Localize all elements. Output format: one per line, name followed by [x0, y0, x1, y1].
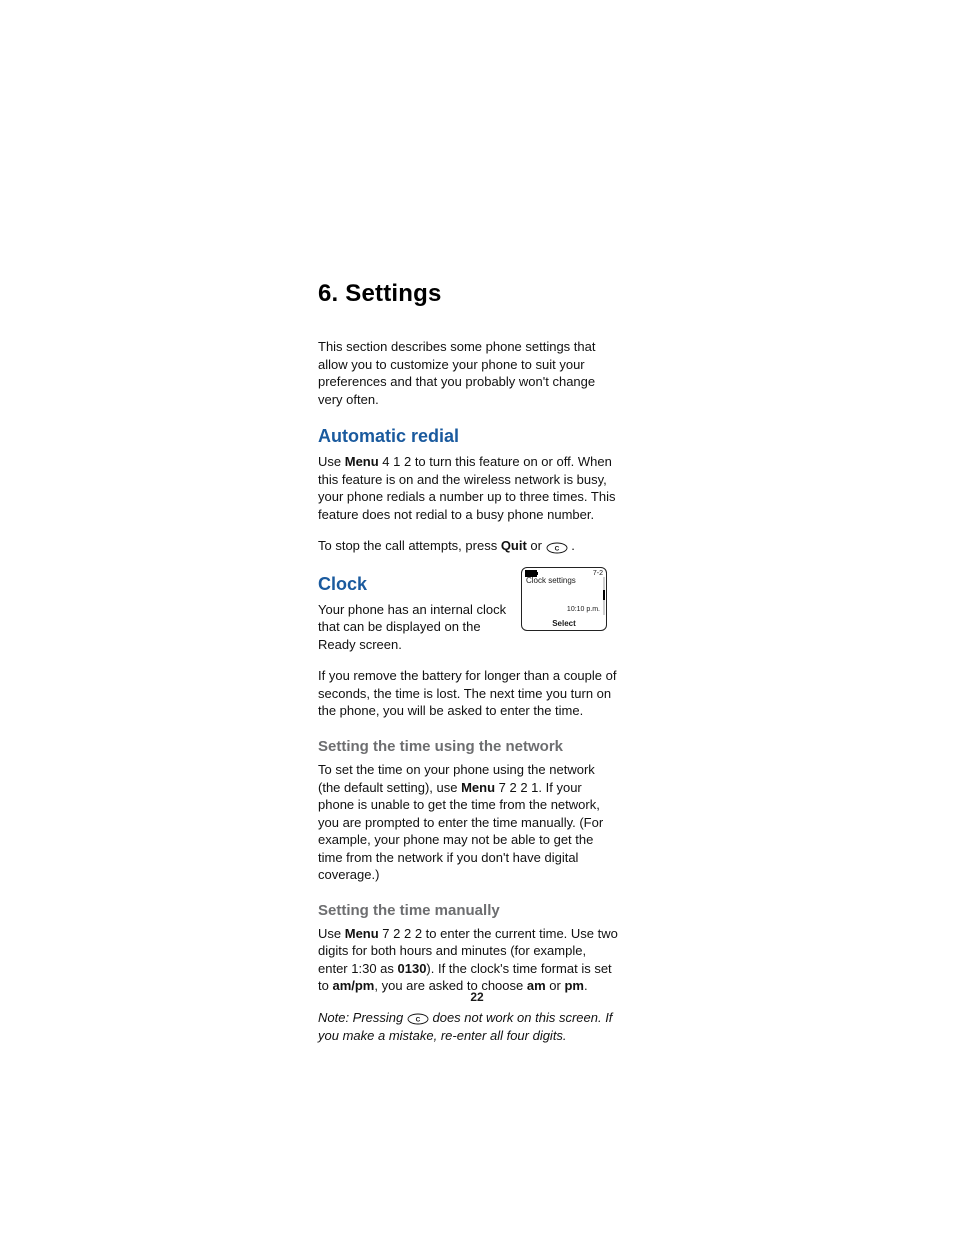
intro-paragraph: This section describes some phone settin… [318, 338, 618, 408]
page: 6. Settings This section describes some … [0, 0, 954, 1235]
c-key-icon: C [546, 538, 568, 556]
text-run: Use [318, 454, 345, 469]
set-time-manual-note: Note: Pressing C does not work on this s… [318, 1009, 618, 1045]
time-example-0130: 0130 [398, 961, 427, 976]
clock-paragraph-2: If you remove the battery for longer tha… [318, 667, 618, 720]
text-run: or [527, 538, 546, 553]
phone-screen-title: Clock settings [522, 577, 606, 585]
text-run: Use [318, 926, 345, 941]
page-number: 22 [0, 990, 954, 1004]
redial-paragraph-2: To stop the call attempts, press Quit or… [318, 537, 618, 555]
set-time-network-paragraph: To set the time on your phone using the … [318, 761, 618, 884]
battery-icon [525, 570, 537, 577]
svg-text:C: C [416, 1017, 421, 1024]
text-run: To stop the call attempts, press [318, 538, 501, 553]
clock-paragraph-1: Your phone has an internal clock that ca… [318, 601, 516, 654]
redial-paragraph-1: Use Menu 4 1 2 to turn this feature on o… [318, 453, 618, 523]
scrollbar-thumb [603, 590, 605, 600]
chapter-title: 6. Settings [318, 280, 618, 308]
content-column: 6. Settings This section describes some … [318, 280, 618, 1059]
set-time-manual-paragraph: Use Menu 7 2 2 2 to enter the current ti… [318, 925, 618, 995]
svg-text:C: C [554, 545, 559, 552]
quit-label: Quit [501, 538, 527, 553]
menu-label: Menu [345, 926, 379, 941]
phone-screen-time: 10:10 p.m. [567, 606, 600, 613]
phone-screen-menu-number: 7-2 [593, 570, 603, 577]
set-time-network-heading: Setting the time using the network [318, 738, 618, 755]
phone-screen-scrollbar [603, 577, 605, 615]
automatic-redial-heading: Automatic redial [318, 426, 618, 447]
menu-label: Menu [461, 780, 495, 795]
text-run: Note: Pressing [318, 1010, 407, 1025]
phone-screen-figure: 7-2 Clock settings 10:10 p.m. Select [521, 567, 607, 631]
c-key-icon: C [407, 1010, 429, 1028]
text-run: . [568, 538, 575, 553]
set-time-manual-heading: Setting the time manually [318, 902, 618, 919]
menu-label: Menu [345, 454, 379, 469]
phone-screen-softkey: Select [522, 619, 606, 628]
